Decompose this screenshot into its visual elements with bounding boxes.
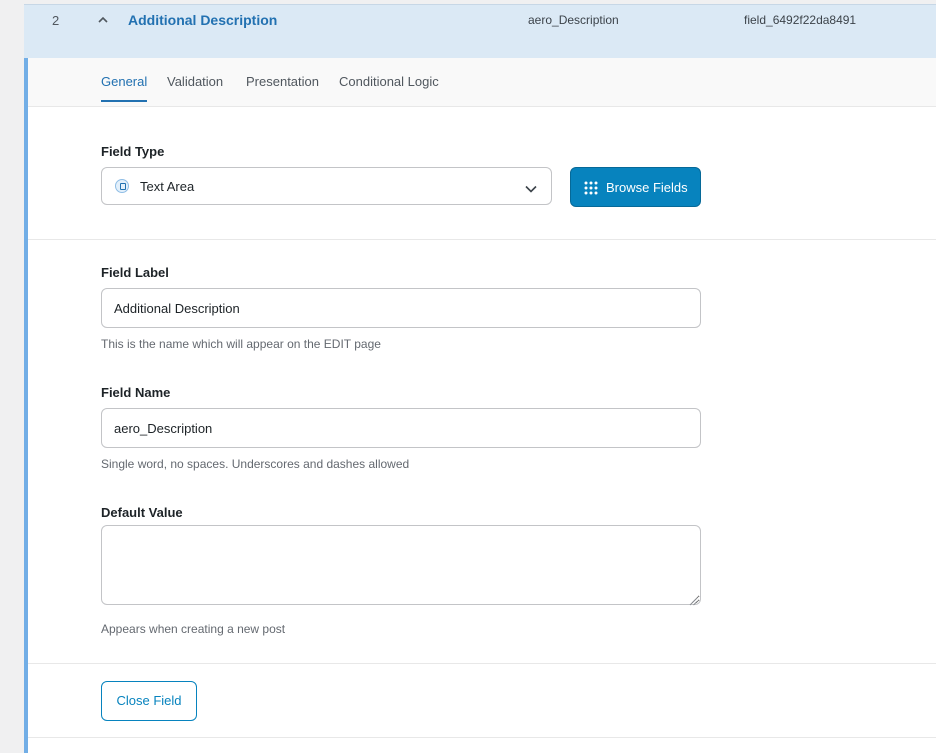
- chevron-down-icon: [525, 181, 537, 199]
- field-name-input[interactable]: [101, 408, 701, 448]
- default-value-heading: Default Value: [101, 505, 183, 520]
- field-type-selected: Text Area: [140, 179, 195, 194]
- field-settings: General Validation Presentation Conditio…: [24, 58, 936, 753]
- field-header-name: aero_Description: [528, 13, 619, 27]
- field-label-heading: Field Label: [101, 265, 169, 280]
- close-field-button[interactable]: Close Field: [101, 681, 197, 721]
- field-name-description: Single word, no spaces. Underscores and …: [101, 457, 410, 471]
- resize-grip-icon[interactable]: [689, 593, 698, 606]
- default-value-textarea[interactable]: [101, 525, 701, 605]
- divider: [28, 239, 936, 240]
- field-type-select[interactable]: Text Area: [101, 167, 552, 205]
- settings-tabs: General Validation Presentation Conditio…: [28, 58, 936, 107]
- divider: [28, 663, 936, 664]
- tab-general[interactable]: General: [101, 74, 148, 102]
- field-order-number: 2: [52, 13, 60, 28]
- divider: [28, 737, 936, 738]
- field-header-key: field_6492f22da8491: [744, 13, 857, 27]
- tab-conditional-logic[interactable]: Conditional Logic: [339, 74, 439, 100]
- field-label-input[interactable]: [101, 288, 701, 328]
- grid-icon: [584, 181, 598, 195]
- field-name-heading: Field Name: [101, 385, 171, 400]
- tab-validation[interactable]: Validation: [167, 74, 223, 100]
- browse-fields-label: Browse Fields: [606, 180, 688, 195]
- default-value-description: Appears when creating a new post: [101, 622, 286, 636]
- textarea-type-icon: [115, 179, 129, 193]
- tab-presentation[interactable]: Presentation: [246, 74, 319, 100]
- field-header-row[interactable]: 2 Additional Description aero_Descriptio…: [24, 4, 936, 59]
- field-panel: 2 Additional Description aero_Descriptio…: [24, 4, 936, 753]
- field-type-label: Field Type: [101, 144, 165, 159]
- browse-fields-button[interactable]: Browse Fields: [570, 167, 701, 207]
- field-label-description: This is the name which will appear on th…: [101, 337, 381, 351]
- field-header-label[interactable]: Additional Description: [128, 12, 277, 28]
- chevron-up-icon[interactable]: [96, 13, 110, 27]
